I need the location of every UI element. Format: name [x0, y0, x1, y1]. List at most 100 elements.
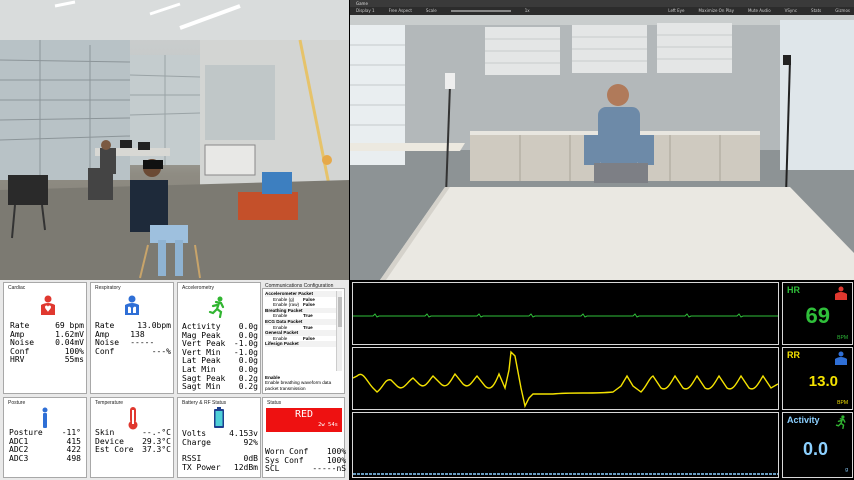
battery-title: Battery & RF Status	[182, 400, 227, 406]
lungs-person-icon	[835, 351, 847, 365]
rr-readout: RR 13.0 BPM	[782, 347, 853, 410]
activity-value-side: 0.0	[802, 439, 828, 459]
vsync-toggle[interactable]: VSync	[785, 7, 797, 15]
ecg-line	[353, 313, 796, 318]
alarm-timer: 2w 54s	[318, 422, 338, 428]
temperature-values: Skin --.-°C Device 29.3°C Est Core 37.3°C	[95, 428, 171, 455]
cardiac-box: Cardiac Rate 69 bpm Amp 1.62mV Noise 0.04mV…	[3, 282, 87, 394]
standing-person-icon	[42, 407, 48, 428]
property-value: True	[303, 324, 313, 330]
alarm-state: RED	[294, 409, 314, 420]
status-title: Status	[267, 400, 282, 406]
rr-value: 13.0	[808, 373, 838, 390]
temperature-box: Temperature Skin --.-°C Device 29.3°C Est …	[90, 397, 174, 478]
vr-window-title: Game	[350, 0, 854, 7]
adc3-label: ADC3	[9, 453, 29, 463]
property-value: True	[303, 313, 313, 319]
activity-unit: g	[845, 467, 848, 473]
scl-label: SCL	[265, 464, 280, 474]
comm-property-grid[interactable]: Accelerometer Packet Enable (g) False Ena…	[265, 291, 336, 371]
group-name: ECG Data Packet	[265, 318, 303, 324]
sagt-min-label: Sagt Min	[182, 382, 221, 392]
tx-power-value: 12dBm	[233, 462, 258, 472]
posture-title: Posture	[8, 400, 26, 406]
group-name: Accelerometer Packet	[265, 291, 314, 296]
battery-box: Battery & RF Status Volts 4.153v Charge 92…	[177, 397, 261, 478]
heart-monitor-icon	[41, 295, 55, 315]
accelerometry-title: Accelerometry	[182, 285, 214, 291]
posture-box: Posture Posture -11° ADC1 415 ADC2 422 ADC3…	[3, 397, 87, 478]
status-values: Worn Conf 100% Sys Conf 100% SCL -----nS	[265, 447, 347, 474]
scale-slider[interactable]	[450, 10, 511, 12]
eye-dropdown[interactable]: Left Eye	[668, 7, 684, 15]
accelerometry-box: Accelerometry Activity 0.0g Mag Peak 0.0g …	[177, 282, 261, 394]
property-value: False	[303, 302, 315, 308]
hr-label: HR	[787, 285, 800, 295]
activity-readout: Activity 0.0 g	[782, 412, 853, 478]
cardiac-values: Rate 69 bpm Amp 1.62mV Noise 0.04mV Conf 100…	[10, 321, 84, 365]
heart-person-icon	[835, 286, 847, 300]
gizmos-dropdown[interactable]: Gizmos	[835, 7, 854, 15]
tx-power-label: TX Power	[182, 462, 221, 472]
group-name: Lifesign Packet	[265, 341, 299, 347]
lab-camera-view	[0, 0, 349, 280]
mute-audio-toggle[interactable]: Mute Audio	[748, 7, 771, 15]
comm-config-box: Accelerometer Packet Enable (g) False Ena…	[262, 288, 345, 394]
adc3-value: 498	[66, 453, 81, 463]
group-lifesign-packet[interactable]: Lifesign Packet	[265, 341, 336, 347]
respiratory-values: Rate 13.0bpm Amp 138 Noise ----- Conf ---%	[95, 321, 171, 356]
aspect-dropdown[interactable]: Free Aspect	[389, 7, 412, 15]
vr-scene-image	[350, 15, 854, 280]
hr-readout: HR 69 BPM	[782, 282, 853, 345]
core-temp-label: Est Core	[95, 445, 134, 455]
lab-photo-image	[0, 0, 349, 280]
rr-unit: BPM	[837, 400, 848, 406]
rf-values: RSSI 0dB TX Power 12dBm	[182, 454, 258, 472]
respiratory-box: Respiratory Rate 13.0bpm Amp 138 Noise ----…	[90, 282, 174, 394]
ecg-waveform-panel	[352, 282, 796, 345]
group-name: Breathing Packet	[265, 307, 303, 313]
comm-scrollbar[interactable]	[336, 291, 342, 371]
resp-conf-value: ---%	[151, 346, 171, 356]
running-icon	[835, 415, 846, 429]
temperature-title: Temperature	[95, 400, 124, 406]
property-value: False	[303, 335, 315, 341]
scale-label: Scale	[425, 8, 437, 13]
vr-scene	[350, 15, 854, 280]
respiration-trace	[352, 350, 779, 409]
battery-icon	[214, 407, 224, 428]
stats-toggle[interactable]: Stats	[811, 7, 821, 15]
maximize-on-play-toggle[interactable]: Maximize On Play	[698, 7, 734, 15]
charge-value: 92%	[243, 437, 258, 447]
resp-conf-label: Conf	[95, 346, 115, 356]
cardiac-hrv-label: HRV	[10, 355, 25, 365]
vr-game-window: Game Display 1 Free Aspect Scale 1x Left…	[350, 0, 854, 280]
running-person-icon	[208, 296, 225, 318]
core-temp-value: 37.3°C	[142, 445, 171, 455]
scale-value: 1x	[524, 8, 530, 13]
cardiac-title: Cardiac	[8, 285, 26, 291]
scl-value: -----nS	[312, 464, 347, 474]
lungs-icon	[125, 295, 139, 315]
group-name: General Packet	[265, 330, 299, 336]
activity-label-side: Activity	[787, 415, 820, 425]
charge-label: Charge	[182, 437, 211, 447]
scrollbar-thumb[interactable]	[338, 297, 342, 327]
accelerometry-values: Activity 0.0g Mag Peak 0.0g Vert Peak -1.0g…	[182, 322, 258, 392]
waveform-display: HR 69 BPM RR 13.0 BPM Activity 0.0 g	[350, 280, 854, 480]
respiration-line	[352, 350, 779, 409]
display-dropdown[interactable]: Display 1	[356, 7, 375, 15]
activity-waveform-panel	[352, 412, 779, 478]
sagt-min-value: 0.2g	[238, 382, 258, 392]
physiology-monitor-panel: Cardiac Rate 69 bpm Amp 1.62mV Noise 0.04mV…	[0, 280, 349, 480]
cardiac-hrv-value: 55ms	[64, 355, 84, 365]
posture-values: Posture -11° ADC1 415 ADC2 422 ADC3 498	[9, 428, 81, 463]
ecg-trace	[353, 313, 796, 318]
respiratory-title: Respiratory	[95, 285, 121, 291]
description-title: Enable	[265, 375, 281, 380]
vr-toolbar: Display 1 Free Aspect Scale 1x Left Eye …	[350, 7, 854, 15]
alarm-status-indicator: RED 2w 54s	[266, 408, 342, 432]
activity-trace	[353, 473, 778, 475]
battery-values: Volts 4.153v Charge 92%	[182, 429, 258, 447]
rr-label: RR	[787, 350, 800, 360]
